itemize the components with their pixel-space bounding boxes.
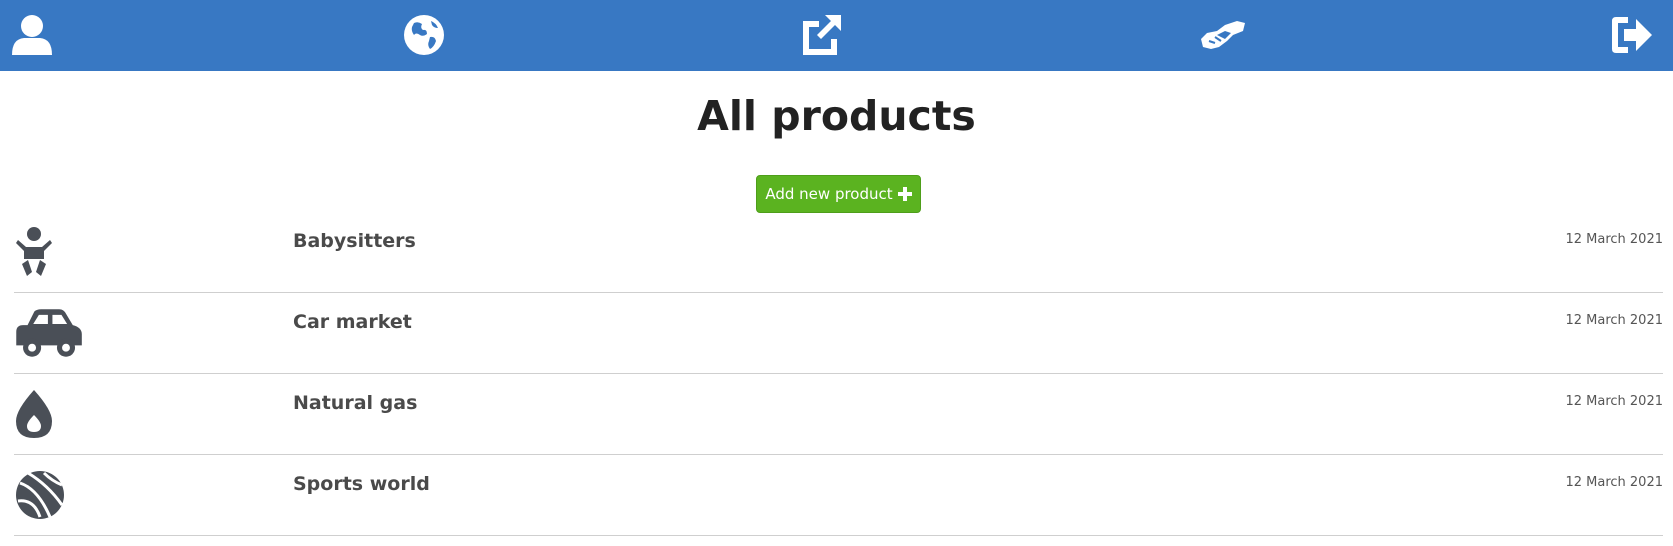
product-row-babysitters[interactable]: Babysitters 12 March 2021 (14, 213, 1663, 293)
product-list: Babysitters 12 March 2021 Car market 12 … (14, 213, 1663, 537)
external-link-icon[interactable] (797, 11, 845, 59)
product-name: Babysitters (293, 230, 416, 252)
add-new-product-button[interactable]: Add new product (756, 175, 921, 213)
handshake-icon[interactable] (1199, 11, 1247, 59)
car-icon (14, 307, 82, 359)
globe-icon[interactable] (400, 11, 448, 59)
product-name: Car market (293, 311, 412, 333)
product-date: 12 March 2021 (1565, 475, 1663, 490)
user-icon[interactable] (8, 11, 56, 59)
product-name: Sports world (293, 473, 430, 495)
sign-out-icon[interactable] (1608, 11, 1656, 59)
product-row-natural-gas[interactable]: Natural gas 12 March 2021 (14, 375, 1663, 455)
droplet-icon (14, 388, 76, 440)
product-date: 12 March 2021 (1565, 232, 1663, 247)
product-row-sports-world[interactable]: Sports world 12 March 2021 (14, 456, 1663, 536)
top-navigation-bar (0, 0, 1673, 71)
product-date: 12 March 2021 (1565, 313, 1663, 328)
baby-icon (14, 226, 76, 278)
product-date: 12 March 2021 (1565, 394, 1663, 409)
basketball-icon (14, 469, 76, 521)
product-row-car-market[interactable]: Car market 12 March 2021 (14, 294, 1663, 374)
add-new-product-label: Add new product (765, 185, 893, 203)
product-name: Natural gas (293, 392, 418, 414)
page-title: All products (697, 92, 976, 140)
plus-icon (897, 187, 912, 201)
